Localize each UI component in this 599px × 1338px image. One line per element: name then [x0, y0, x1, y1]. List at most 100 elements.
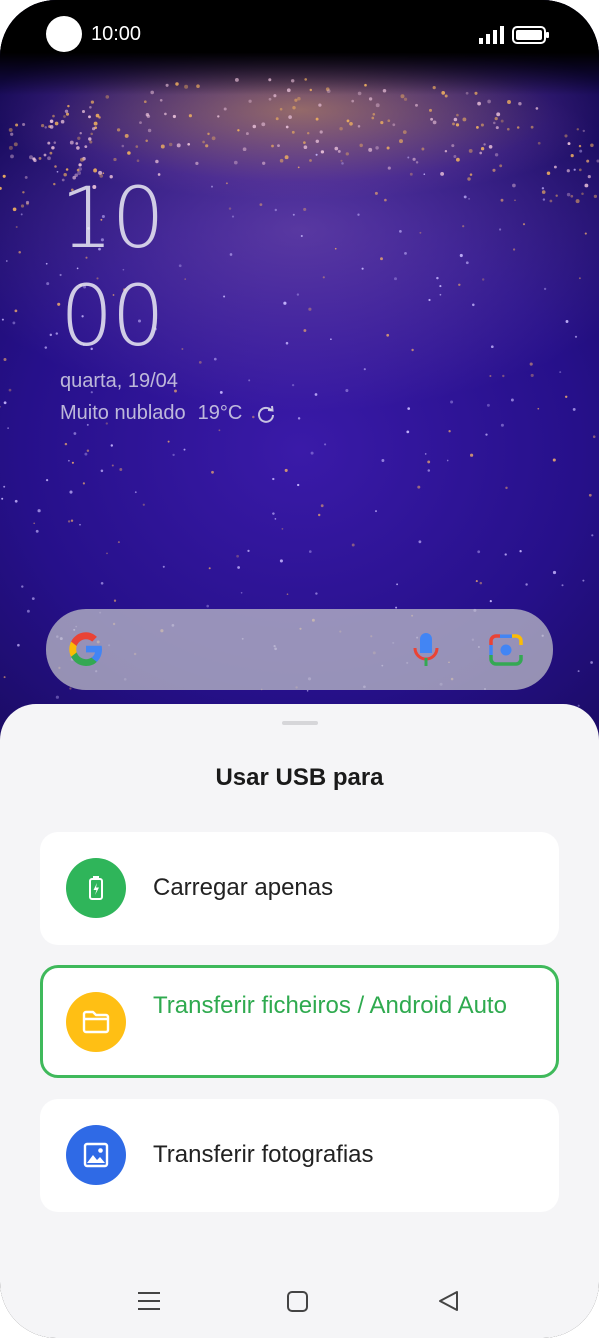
wallpaper-particle: [127, 151, 131, 155]
wallpaper-particle: [111, 464, 114, 467]
wallpaper-particle: [271, 144, 274, 148]
option-transfer-files[interactable]: Transferir ficheiros / Android Auto: [40, 965, 559, 1078]
wallpaper-particle: [165, 83, 169, 87]
weather-line: Muito nublado 19°C: [60, 402, 276, 425]
wallpaper-particle: [225, 182, 228, 185]
wallpaper-particle: [80, 157, 84, 162]
wallpaper-particle: [1, 497, 4, 500]
wallpaper-particle: [213, 357, 217, 361]
wallpaper-particle: [297, 96, 301, 101]
wallpaper-particle: [339, 126, 343, 131]
wallpaper-particle: [453, 155, 457, 158]
wallpaper-particle: [12, 207, 17, 212]
wallpaper-particle: [573, 168, 576, 171]
wallpaper-particle: [181, 348, 184, 350]
wallpaper-particle: [100, 469, 104, 473]
home-icon[interactable]: [286, 1290, 310, 1314]
wallpaper-particle: [542, 198, 546, 201]
wallpaper-particle: [495, 126, 499, 130]
wallpaper-particle: [423, 173, 426, 176]
wallpaper-particle: [113, 157, 117, 162]
wallpaper-particle: [290, 79, 295, 83]
wallpaper-particle: [456, 113, 459, 117]
wallpaper-particle: [407, 156, 410, 159]
wallpaper-particle: [387, 166, 391, 170]
wallpaper-particle: [475, 580, 478, 583]
wallpaper-particle: [361, 267, 364, 270]
wallpaper-particle: [500, 119, 504, 123]
wallpaper-particle: [20, 213, 23, 216]
sheet-drag-handle[interactable]: [282, 721, 318, 725]
wallpaper-particle: [317, 513, 321, 517]
wallpaper-particle: [35, 529, 39, 533]
wallpaper-particle: [400, 94, 405, 99]
wallpaper-particle: [519, 550, 522, 553]
wallpaper-particle: [233, 160, 238, 165]
wallpaper-particle: [283, 301, 287, 305]
wallpaper-particle: [248, 99, 252, 103]
wallpaper-particle: [314, 393, 318, 396]
wallpaper-particle: [291, 383, 295, 387]
status-bar: 10:00: [0, 0, 599, 70]
wallpaper-particle: [499, 164, 503, 168]
wallpaper-particle: [55, 695, 59, 699]
wallpaper-particle: [167, 440, 170, 443]
wallpaper-particle: [5, 260, 8, 262]
wallpaper-particle: [33, 158, 37, 163]
option-label: Transferir fotografias: [153, 1141, 374, 1168]
wallpaper-particle: [357, 125, 361, 128]
wallpaper-particle: [15, 123, 19, 127]
wallpaper-particle: [294, 98, 298, 102]
wallpaper-particle: [428, 298, 431, 302]
wallpaper-particle: [187, 142, 191, 146]
wallpaper-particle: [320, 150, 325, 154]
wallpaper-particle: [546, 171, 551, 176]
camera-dot: [46, 16, 82, 52]
wallpaper-particle: [3, 676, 6, 679]
option-transfer-photos[interactable]: Transferir fotografias: [40, 1099, 559, 1212]
wallpaper-particle: [274, 208, 277, 212]
wallpaper-particle: [308, 307, 312, 311]
wallpaper-particle: [444, 149, 448, 153]
wallpaper-particle: [436, 276, 439, 280]
option-label: Transferir ficheiros / Android Auto: [153, 992, 507, 1019]
wallpaper-particle: [453, 117, 458, 122]
wallpaper-particle: [337, 149, 341, 153]
wallpaper-particle: [428, 108, 433, 112]
wallpaper-particle: [90, 132, 93, 136]
wallpaper-particle: [303, 329, 307, 332]
wallpaper-particle: [324, 443, 327, 446]
wallpaper-particle: [300, 234, 303, 238]
wallpaper-particle: [297, 483, 300, 487]
wallpaper-particle: [106, 552, 108, 555]
wallpaper-particle: [565, 320, 569, 323]
wallpaper-particle: [581, 192, 584, 195]
wallpaper-particle: [67, 104, 70, 108]
google-search-bar[interactable]: [46, 609, 553, 690]
usb-options-sheet: Usar USB para Carregar apenas Transferir…: [0, 704, 599, 1338]
wallpaper-particle: [315, 117, 319, 121]
wallpaper-particle: [14, 499, 18, 503]
google-lens-icon[interactable]: [488, 633, 524, 667]
weather-condition: Muito nublado: [60, 402, 186, 424]
wallpaper-particle: [448, 430, 451, 433]
wallpaper-particle: [452, 122, 455, 126]
wallpaper-particle: [553, 165, 557, 169]
wallpaper-particle: [24, 175, 28, 179]
wallpaper-particle: [49, 333, 53, 337]
wallpaper-particle: [586, 159, 590, 163]
wallpaper-particle: [502, 374, 505, 378]
wallpaper-particle: [480, 123, 484, 127]
wallpaper-particle: [415, 103, 418, 107]
menu-icon[interactable]: [137, 1290, 161, 1312]
wallpaper-particle: [8, 127, 13, 132]
wallpaper-particle: [309, 159, 312, 162]
wallpaper-particle: [411, 348, 414, 352]
wallpaper-particle: [217, 115, 220, 118]
wallpaper-particle: [496, 112, 501, 117]
back-icon[interactable]: [437, 1289, 461, 1313]
option-charge-only[interactable]: Carregar apenas: [40, 832, 559, 945]
mic-icon[interactable]: [412, 631, 440, 669]
refresh-icon[interactable]: [256, 404, 276, 424]
wallpaper-particle: [578, 277, 581, 280]
